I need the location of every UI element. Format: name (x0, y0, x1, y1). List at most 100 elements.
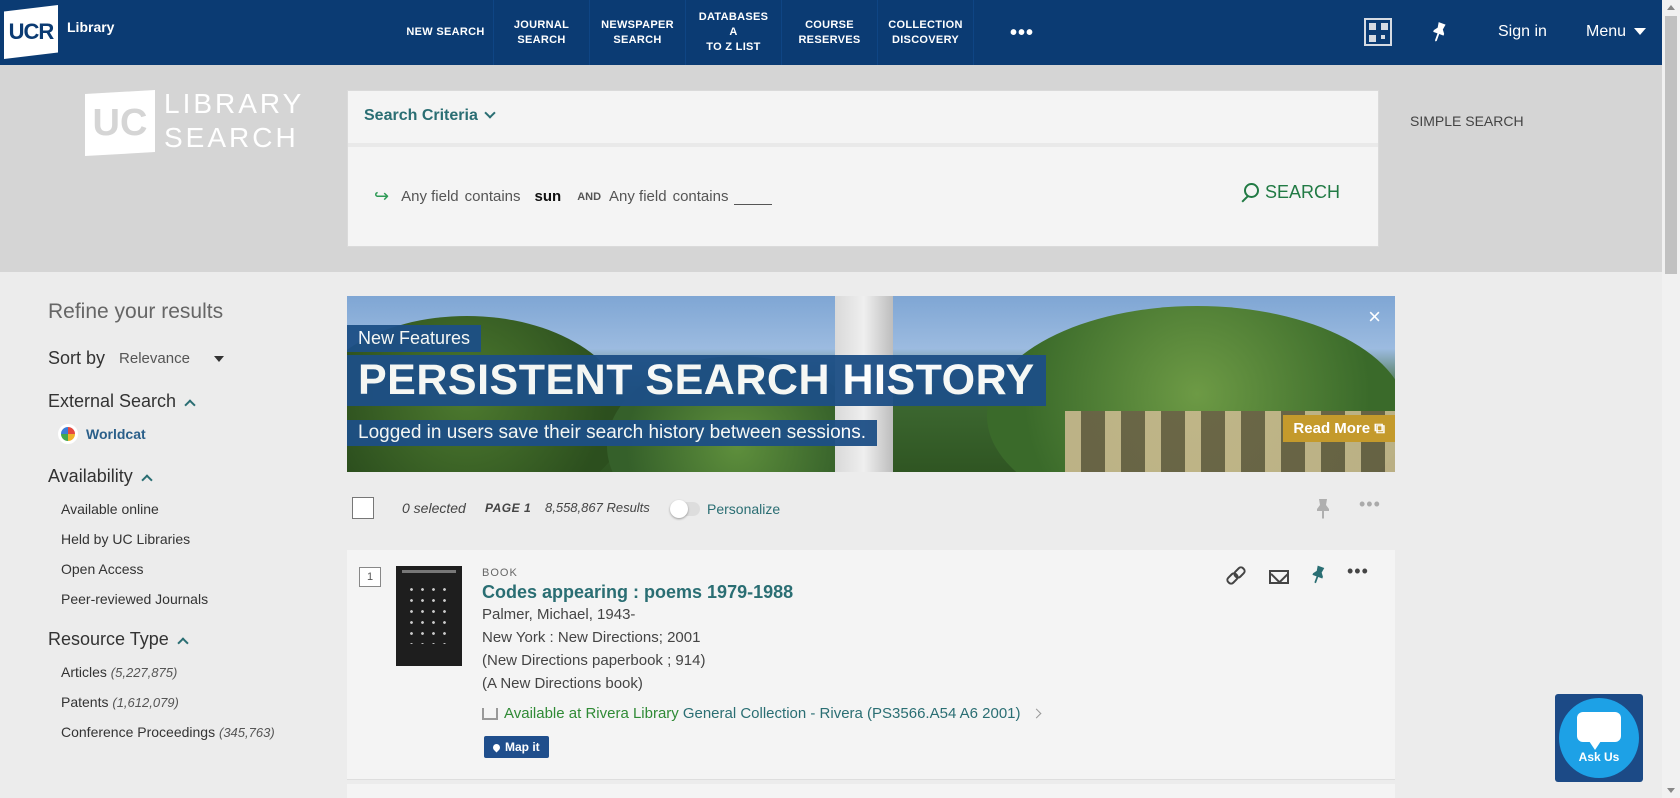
external-search-toggle[interactable]: External Search (48, 391, 328, 412)
availability-status: Available at Rivera Library (504, 705, 679, 722)
scroll-down-arrow-icon[interactable] (1667, 788, 1675, 793)
personalize-toggle[interactable] (670, 500, 700, 518)
query-field-1: Any field (401, 188, 459, 205)
nav-more-icon[interactable]: ••• (1010, 22, 1034, 45)
results-toolbar: 0 selected PAGE 1 8,558,867 Results Pers… (347, 494, 1395, 526)
nav-label-line2: DISCOVERY (891, 33, 960, 46)
email-icon[interactable] (1269, 570, 1289, 584)
chat-bubble-icon (1577, 712, 1621, 750)
nav-label-line1: JOURNAL (513, 18, 570, 31)
nav-course-reserves[interactable]: COURSE RESERVES (782, 0, 878, 65)
nav-new-search[interactable]: NEW SEARCH (398, 0, 494, 65)
map-it-button[interactable]: Map it (484, 736, 549, 758)
availability-location: General Collection - Rivera (PS3566.A54 … (682, 705, 1021, 722)
new-features-banner: New Features PERSISTENT SEARCH HISTORY L… (347, 296, 1395, 472)
chevron-up-icon (177, 636, 189, 649)
dropdown-caret-icon[interactable] (213, 355, 224, 362)
nav-label-line2: SEARCH (613, 33, 662, 46)
query-term-2-empty (734, 189, 773, 205)
chevron-up-icon (184, 398, 196, 411)
nav-collection-discovery[interactable]: COLLECTION DISCOVERY (878, 0, 974, 65)
facet-peer-reviewed[interactable]: Peer-reviewed Journals (61, 591, 328, 607)
section-label: Resource Type (48, 629, 169, 649)
close-icon[interactable]: × (1368, 304, 1381, 330)
result-item (347, 784, 1395, 798)
scrollbar[interactable] (1662, 0, 1680, 798)
read-more-label: Read More (1293, 420, 1371, 437)
book-cover-thumbnail[interactable] (396, 566, 462, 666)
menu-button[interactable]: Menu (1586, 23, 1647, 41)
nav-newspaper-search[interactable]: NEWSPAPER SEARCH (590, 0, 686, 65)
nav-label-line2: TO Z LIST (706, 41, 761, 53)
ask-us-chat-button[interactable]: Ask Us (1555, 694, 1643, 782)
pin-icon[interactable] (1315, 498, 1331, 520)
resource-type-toggle[interactable]: Resource Type (48, 629, 328, 650)
search-query-summary[interactable]: ↪ Any field contains sun AND Any field c… (374, 186, 773, 207)
page-indicator: PAGE 1 (485, 501, 532, 515)
more-options-icon[interactable]: ••• (1359, 494, 1381, 515)
search-criteria-label: Search Criteria (364, 107, 478, 124)
logo-line2: SEARCH (164, 122, 299, 153)
availability-link[interactable]: Available at Rivera Library General Coll… (482, 705, 1041, 722)
library-label[interactable]: Library (67, 19, 114, 35)
section-label: External Search (48, 391, 177, 411)
external-link-icon: ⧉ (1374, 420, 1385, 437)
result-actions: ••• (1225, 561, 1369, 586)
menu-label: Menu (1586, 23, 1627, 40)
scroll-up-arrow-icon[interactable] (1667, 5, 1675, 10)
nav-label-line2: SEARCH (517, 33, 566, 46)
uc-library-search-logo[interactable]: UC (85, 90, 155, 156)
nav-label: JOURNAL SEARCH (514, 18, 569, 48)
refine-results-heading: Refine your results (48, 300, 224, 323)
ucr-logo[interactable]: UCR (4, 5, 58, 59)
simple-search-link[interactable]: SIMPLE SEARCH (1410, 113, 1524, 129)
worldcat-label: Worldcat (86, 426, 146, 442)
nav-databases-a-to-z[interactable]: DATABASES A TO Z LIST (686, 0, 782, 65)
cover-title-bar (402, 570, 456, 573)
worldcat-link[interactable]: Worldcat (58, 424, 328, 444)
nav-label-line2: RESERVES (798, 33, 861, 46)
nav-label: COURSE RESERVES (798, 18, 860, 48)
sign-in-link[interactable]: Sign in (1498, 23, 1547, 41)
facet-available-online[interactable]: Available online (61, 501, 328, 517)
qr-code-icon[interactable] (1364, 18, 1392, 46)
caret-down-icon (1634, 28, 1647, 36)
permalink-icon[interactable] (1225, 564, 1247, 586)
facet-label: Conference Proceedings (61, 724, 216, 740)
facet-open-access[interactable]: Open Access (61, 561, 328, 577)
nav-label-line1: COLLECTION (888, 18, 963, 31)
pin-icon[interactable] (1428, 20, 1450, 44)
availability-toggle[interactable]: Availability (48, 466, 328, 487)
nav-label-line1: NEWSPAPER (601, 18, 674, 31)
search-button-label: SEARCH (1264, 182, 1340, 202)
read-more-button[interactable]: Read More ⧉ (1283, 415, 1395, 442)
search-button[interactable]: SEARCH (1239, 182, 1340, 203)
book-icon (482, 707, 498, 720)
sort-select[interactable]: Relevance (119, 350, 190, 367)
select-all-checkbox[interactable] (352, 497, 374, 519)
uc-library-search-wordmark: LIBRARY SEARCH (164, 87, 304, 155)
sort-by: Sort by Relevance (48, 348, 328, 369)
logo-line1: LIBRARY (164, 88, 305, 119)
more-options-icon[interactable]: ••• (1347, 561, 1369, 582)
facet-conference-proceedings[interactable]: Conference Proceedings (345,763) (61, 724, 328, 740)
facets-sidebar: Refine your results Sort by Relevance Ex… (48, 300, 328, 740)
map-it-label: Map it (505, 740, 540, 754)
facet-patents[interactable]: Patents (1,612,079) (61, 694, 328, 710)
personalize-label[interactable]: Personalize (707, 501, 780, 517)
facet-count: (345,763) (219, 725, 275, 740)
top-navigation-bar: UCR Library NEW SEARCH JOURNAL SEARCH NEW… (0, 0, 1662, 65)
cover-art (406, 584, 452, 644)
scrollbar-thumb[interactable] (1665, 16, 1677, 274)
worldcat-icon (58, 424, 78, 444)
nav-journal-search[interactable]: JOURNAL SEARCH (494, 0, 590, 65)
facet-held-by-uc-libraries[interactable]: Held by UC Libraries (61, 531, 328, 547)
ask-us-label: Ask Us (1578, 750, 1620, 764)
facet-articles[interactable]: Articles (5,227,875) (61, 664, 328, 680)
chevron-right-icon (1031, 708, 1041, 719)
pin-icon[interactable] (1311, 565, 1325, 585)
search-criteria-toggle[interactable]: Search Criteria (364, 107, 496, 125)
nav-label: COLLECTION DISCOVERY (888, 18, 963, 48)
result-title-link[interactable]: Codes appearing : poems 1979-1988 (482, 582, 793, 603)
result-item: 1 BOOK Codes appearing : poems 1979-1988… (347, 550, 1395, 780)
